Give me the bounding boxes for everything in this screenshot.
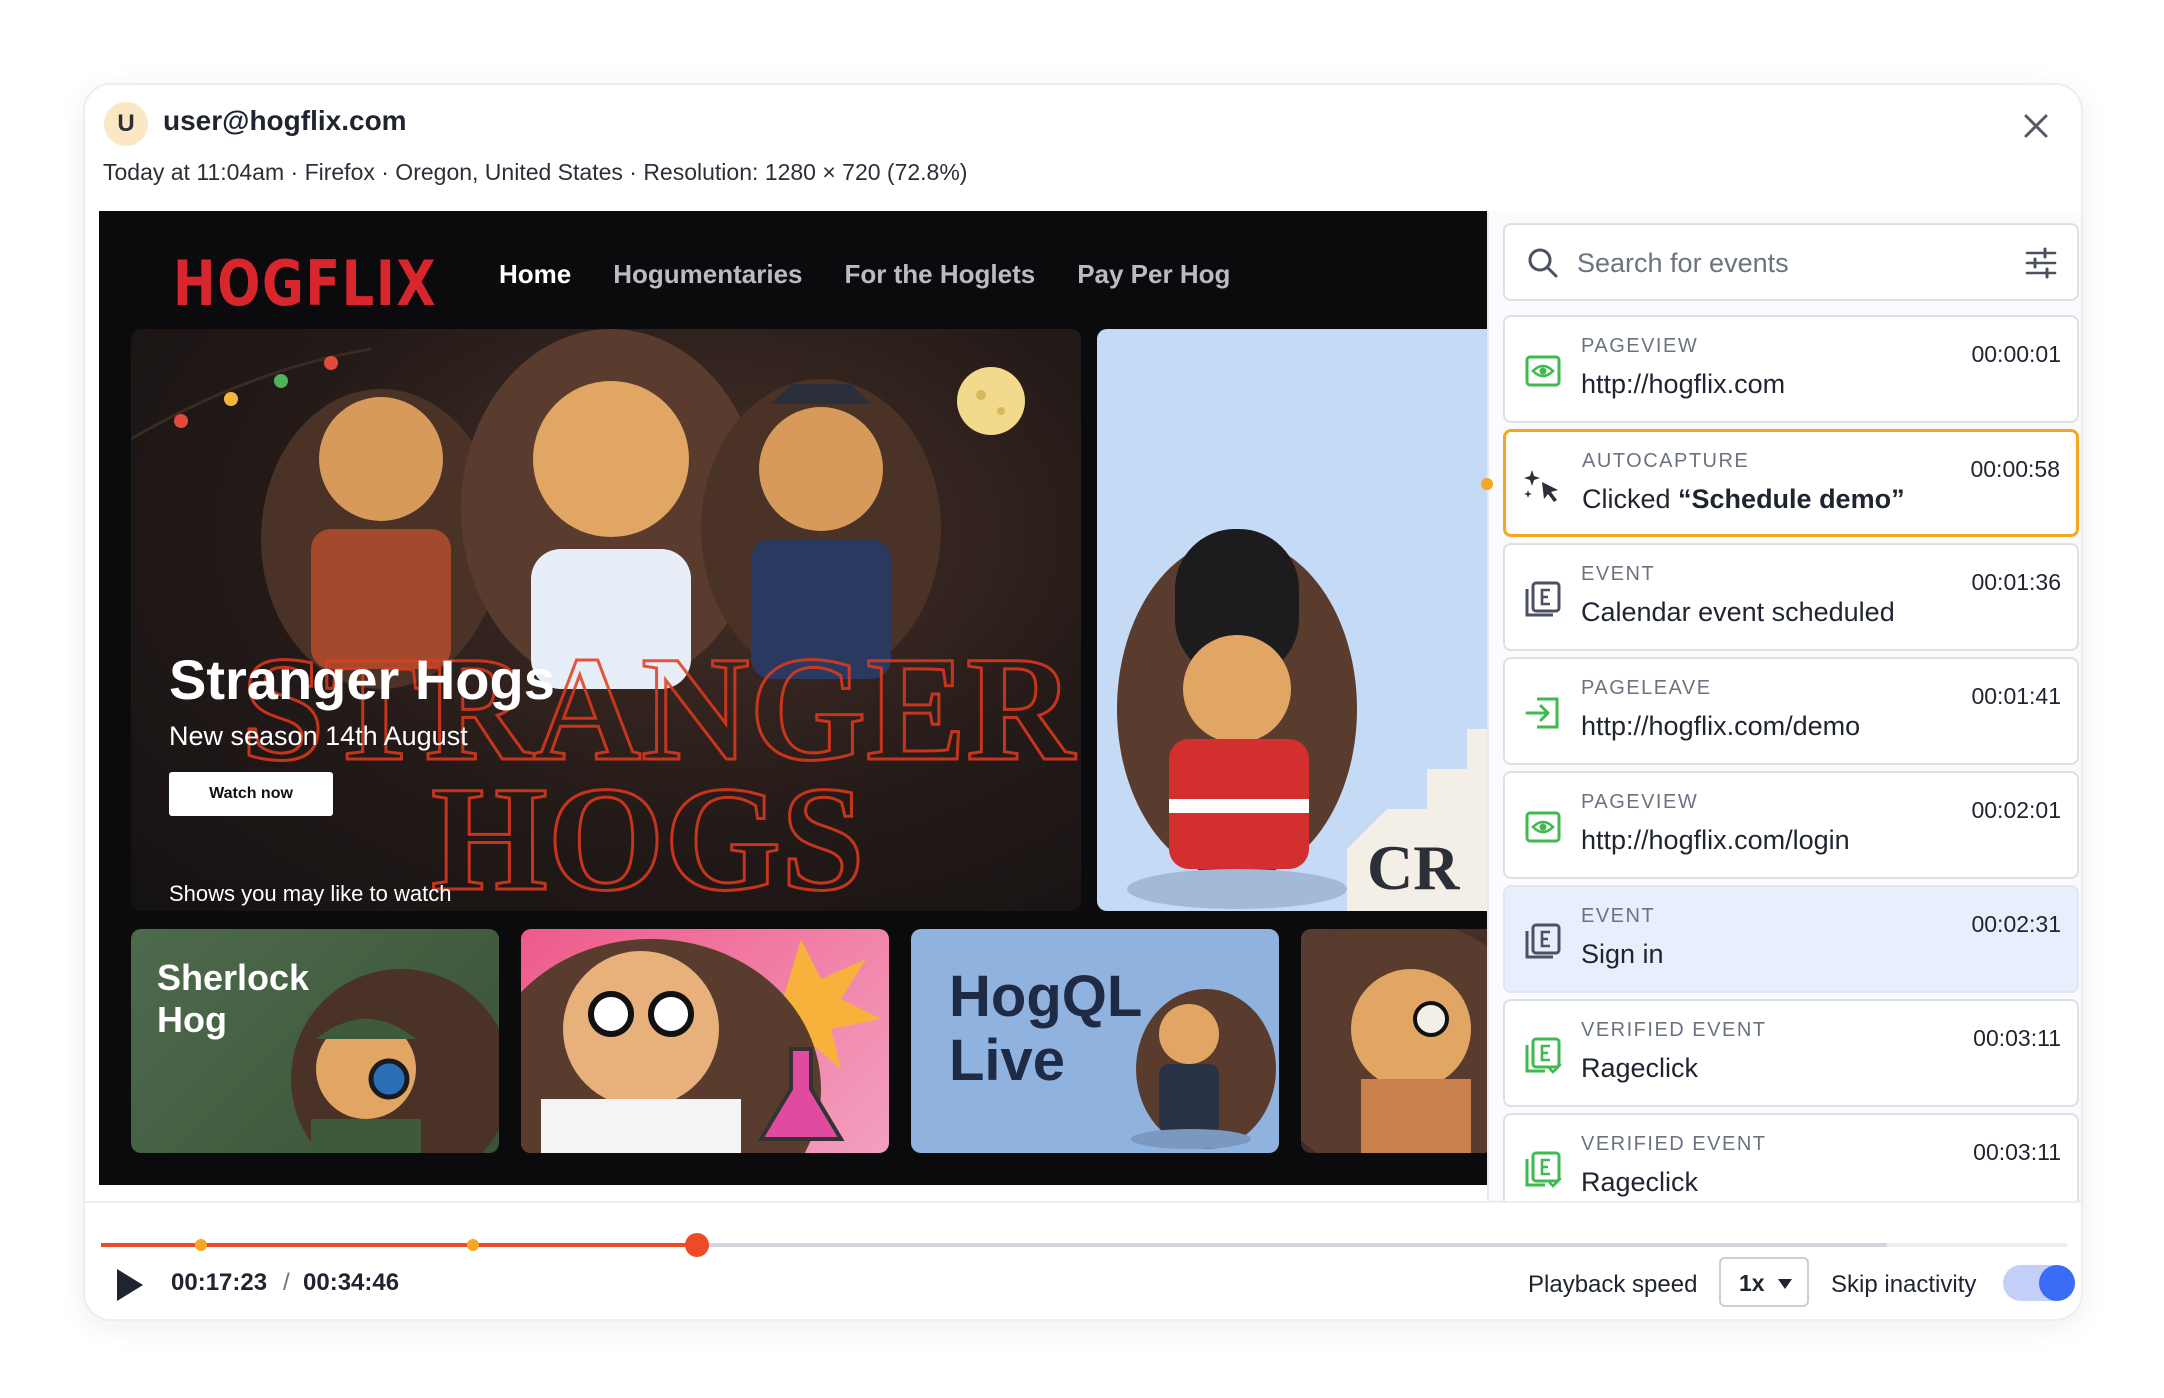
user-email[interactable]: user@hogflix.com [163, 105, 407, 137]
event-description: Rageclick [1581, 1053, 1699, 1083]
play-icon[interactable] [111, 1265, 147, 1305]
hogflix-nav: Home Hogumentaries For the Hoglets Pay P… [499, 259, 1230, 290]
events-panel: PAGEVIEW http://hogflix.com 00:00:01 AUT… [1487, 211, 2081, 1201]
selected-event-marker [1481, 478, 1493, 490]
event-description-prefix: Clicked [1582, 484, 1679, 514]
session-header: U user@hogflix.com Today at 11:04am · Fi… [85, 85, 2081, 211]
event-type: EVENT [1581, 905, 1656, 927]
event-time: 00:03:11 [1973, 1139, 2061, 1165]
show-tile-lab-hog[interactable] [521, 929, 889, 1153]
player-controls: 00:17:23 / 00:34:46 Playback speed 1x Sk… [85, 1201, 2081, 1319]
event-icon [1525, 923, 1561, 959]
event-type: AUTOCAPTURE [1582, 450, 1750, 472]
event-description: http://hogflix.com/login [1581, 825, 1850, 855]
event-description: Clicked “Schedule demo” [1582, 484, 1905, 515]
verified-event-icon [1525, 1151, 1562, 1188]
event-description: Rageclick [1581, 1167, 1699, 1197]
hero-illustration: STRANGER HOGS [131, 329, 1078, 911]
nav-hogumentaries: Hogumentaries [613, 259, 803, 289]
event-type: PAGELEAVE [1581, 677, 1712, 699]
tile-title-sherlock-hog: Sherlock Hog [157, 957, 310, 1040]
monocle-hog-illustration [1301, 929, 1487, 1153]
event-description: http://hogflix.com [1581, 369, 1786, 399]
lab-hog-illustration [521, 939, 881, 1153]
show-tile-sherlock-hog[interactable]: Sherlock Hog [131, 929, 499, 1153]
event-row-selected[interactable]: AUTOCAPTURE Clicked “Schedule demo” 00:0… [1503, 429, 2079, 537]
sparkle-cursor-icon [1524, 470, 1558, 502]
event-description: Sign in [1581, 939, 1664, 969]
search-icon [1528, 248, 1558, 278]
hero-subtitle: New season 14th August [169, 721, 468, 751]
nav-for-the-hoglets: For the Hoglets [844, 259, 1036, 289]
playback-speed-value: 1x [1739, 1270, 1765, 1296]
skip-inactivity-label: Skip inactivity [1831, 1271, 1977, 1298]
exit-icon [1525, 697, 1559, 729]
show-tile-hogql-live[interactable]: HogQL Live [911, 929, 1279, 1153]
event-type: PAGEVIEW [1581, 791, 1699, 813]
time-separator: / [283, 1269, 290, 1296]
svg-text:CR: CR [1367, 832, 1460, 903]
event-time: 00:01:41 [1971, 683, 2061, 709]
event-description: http://hogflix.com/demo [1581, 711, 1861, 741]
event-type: PAGEVIEW [1581, 335, 1699, 357]
event-time: 00:03:11 [1973, 1025, 2061, 1051]
hogql-hog-illustration [1131, 989, 1276, 1149]
event-time: 00:01:36 [1971, 569, 2061, 595]
timeline-event-marker [195, 1239, 207, 1251]
hogflix-logo: HOGFLIX [173, 247, 438, 320]
svg-text:HOGS: HOGS [431, 756, 864, 911]
event-row-current[interactable]: EVENT Sign in 00:02:31 [1503, 885, 2079, 993]
timeline-event-marker [467, 1239, 479, 1251]
event-type: EVENT [1581, 563, 1656, 585]
event-row[interactable]: VERIFIED EVENT Rageclick 00:03:11 [1503, 999, 2079, 1107]
hero-title: Stranger Hogs [169, 648, 555, 711]
close-icon[interactable] [2019, 109, 2053, 143]
event-time: 00:02:31 [1971, 911, 2061, 937]
event-row[interactable]: PAGELEAVE http://hogflix.com/demo 00:01:… [1503, 657, 2079, 765]
watch-now-button[interactable]: Watch now [169, 772, 333, 816]
current-time: 00:17:23 [171, 1269, 268, 1296]
session-recording-card: U user@hogflix.com Today at 11:04am · Fi… [83, 83, 2083, 1321]
show-tile-monocle-hog[interactable] [1301, 929, 1487, 1153]
event-row[interactable]: EVENT Calendar event scheduled 00:01:36 [1503, 543, 2079, 651]
shows-row-label: Shows you may like to watch [169, 881, 452, 906]
event-search-box [1503, 223, 2079, 301]
caret-down-icon [1778, 1279, 1792, 1289]
side-show-tile: CR [1097, 329, 1487, 911]
event-icon [1525, 581, 1561, 617]
nav-pay-per-hog: Pay Per Hog [1077, 259, 1231, 289]
recording-viewport[interactable]: HOGFLIX Home Hogumentaries For the Hogle… [99, 211, 1487, 1185]
hero-banner: STRANGER HOGS Stranger Hogs New season 1… [131, 329, 1081, 911]
event-description: Calendar event scheduled [1581, 597, 1895, 627]
eye-icon [1525, 355, 1561, 387]
event-row[interactable]: PAGEVIEW http://hogflix.com/login 00:02:… [1503, 771, 2079, 879]
event-search-input[interactable] [1577, 243, 1997, 283]
avatar: U [104, 102, 148, 146]
event-time: 00:00:01 [1971, 341, 2061, 367]
playback-speed-label: Playback speed [1528, 1271, 1698, 1298]
playback-speed-select[interactable]: 1x [1719, 1257, 1809, 1307]
total-time: 00:34:46 [303, 1269, 400, 1296]
skip-inactivity-toggle[interactable] [2003, 1265, 2075, 1301]
event-row[interactable]: PAGEVIEW http://hogflix.com 00:00:01 [1503, 315, 2079, 423]
eye-icon [1525, 811, 1561, 843]
session-meta: Today at 11:04am · Firefox · Oregon, Uni… [103, 159, 968, 185]
toggle-knob [2039, 1265, 2075, 1301]
event-type: VERIFIED EVENT [1581, 1133, 1767, 1155]
playback-timeline[interactable] [101, 1233, 2067, 1257]
filter-settings-icon[interactable] [2023, 245, 2059, 281]
timeline-scrubber [685, 1233, 709, 1257]
event-time: 00:00:58 [1970, 456, 2060, 482]
event-type: VERIFIED EVENT [1581, 1019, 1767, 1041]
event-time: 00:02:01 [1971, 797, 2061, 823]
verified-event-icon [1525, 1037, 1562, 1074]
nav-home: Home [499, 259, 572, 289]
guard-hog-illustration: CR [1117, 529, 1487, 911]
event-description-target: “Schedule demo” [1678, 484, 1905, 514]
event-row[interactable]: VERIFIED EVENT Rageclick 00:03:11 [1503, 1113, 2079, 1201]
